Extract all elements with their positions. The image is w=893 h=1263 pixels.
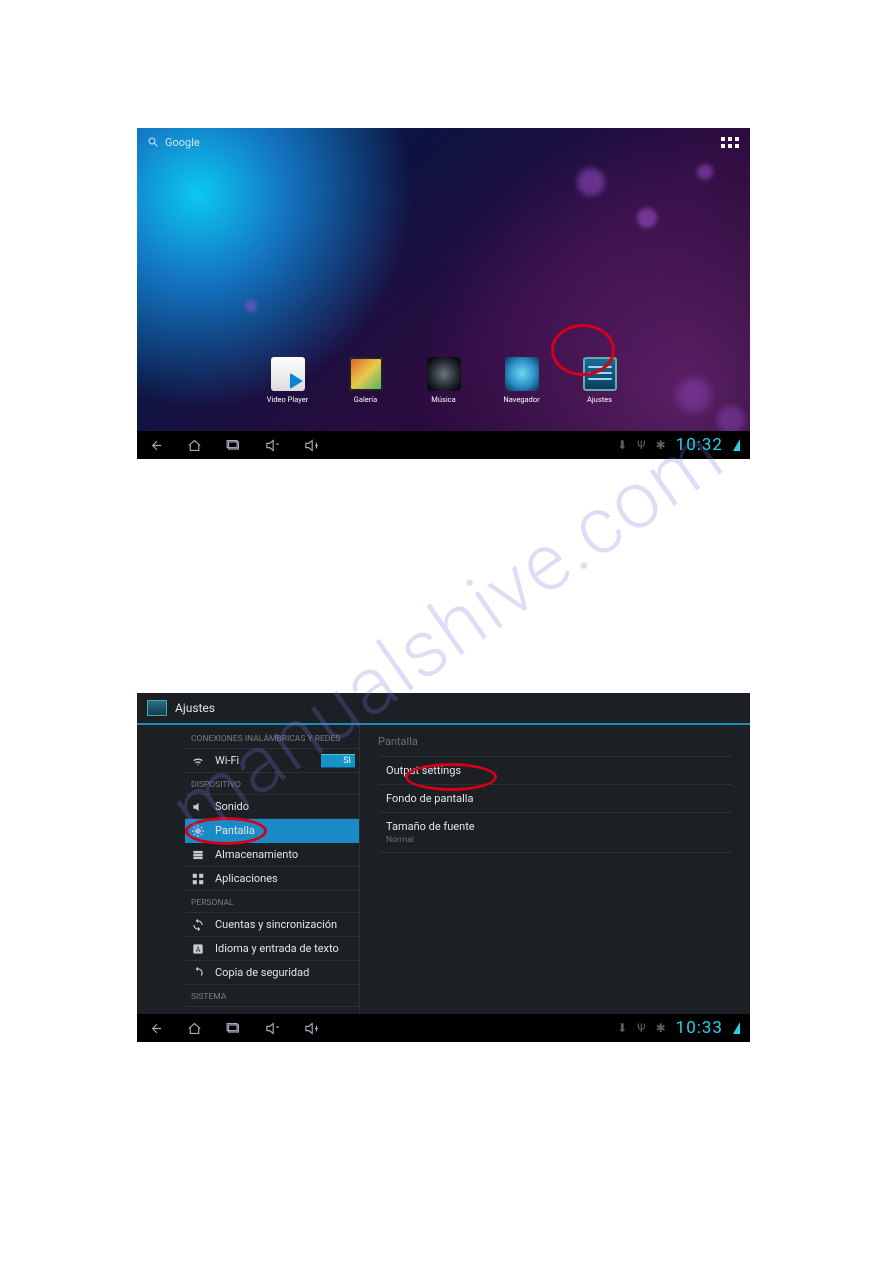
- category-personal: PERSONAL: [185, 891, 359, 913]
- sidebar-item-cuentas[interactable]: Cuentas y sincronización: [185, 913, 359, 937]
- wifi-icon: [191, 754, 205, 768]
- vol-up-icon[interactable]: [303, 1020, 320, 1037]
- google-search[interactable]: Google: [147, 136, 200, 149]
- sidebar-item-wifi[interactable]: Wi-Fi SI: [185, 749, 359, 773]
- signal-icon: [733, 439, 740, 451]
- browser-icon: [505, 357, 539, 391]
- debug-icon: ✱: [656, 438, 666, 452]
- app-video-player[interactable]: Video Player: [264, 357, 312, 404]
- wifi-toggle[interactable]: SI: [321, 754, 355, 768]
- app-label: Navegador: [498, 395, 546, 404]
- back-icon[interactable]: [147, 437, 164, 454]
- apps-icon: [191, 872, 205, 886]
- highlight-circle-pantalla: [185, 817, 267, 845]
- category-device: DISPOSITIVO: [185, 773, 359, 795]
- recent-icon[interactable]: [225, 437, 242, 454]
- row-sublabel: Normal: [386, 835, 724, 845]
- app-label: Video Player: [264, 395, 312, 404]
- recent-icon[interactable]: [225, 1020, 242, 1037]
- app-label: Ajustes: [576, 395, 624, 404]
- svg-text:A: A: [196, 945, 201, 953]
- sidebar-item-label: Copia de seguridad: [215, 966, 309, 979]
- clock-time: 10:32: [676, 435, 723, 455]
- sync-icon: [191, 918, 205, 932]
- usb-icon: Ψ: [637, 438, 645, 452]
- storage-icon: [191, 848, 205, 862]
- row-label: Fondo de pantalla: [386, 792, 473, 805]
- usb-icon: Ψ: [637, 1021, 645, 1035]
- bokeh-dot: [717, 406, 745, 434]
- app-musica[interactable]: Música: [420, 357, 468, 404]
- home-top-bar: Google: [137, 128, 750, 156]
- language-icon: A: [191, 942, 205, 956]
- home-icon[interactable]: [186, 437, 203, 454]
- sidebar-item-fecha[interactable]: Fecha y hora: [185, 1007, 359, 1014]
- sidebar-item-aplicaciones[interactable]: Aplicaciones: [185, 867, 359, 891]
- sidebar-item-label: Idioma y entrada de texto: [215, 942, 339, 955]
- music-icon: [427, 357, 461, 391]
- app-galeria[interactable]: Galería: [342, 357, 390, 404]
- video-player-icon: [271, 357, 305, 391]
- settings-header-icon: [147, 700, 167, 716]
- home-icon[interactable]: [186, 1020, 203, 1037]
- download-icon: ⬇: [617, 438, 627, 452]
- settings-header: Ajustes: [137, 693, 750, 725]
- category-system: SISTEMA: [185, 985, 359, 1007]
- app-navegador[interactable]: Navegador: [498, 357, 546, 404]
- screenshot-home: Google Video Player Galería Música Naveg…: [137, 128, 750, 459]
- row-label: Tamaño de fuente: [386, 820, 724, 833]
- main-title: Pantalla: [378, 727, 732, 757]
- row-tamano-fuente[interactable]: Tamaño de fuente Normal: [378, 813, 732, 853]
- sidebar-item-sonido[interactable]: Sonido: [185, 795, 359, 819]
- nav-bar-settings: ⬇ Ψ ✱ 10:33: [137, 1014, 750, 1042]
- highlight-circle-output: [405, 763, 497, 791]
- debug-icon: ✱: [656, 1021, 666, 1035]
- home-dock: Video Player Galería Música Navegador Aj…: [137, 357, 750, 404]
- sound-icon: [191, 800, 205, 814]
- download-icon: ⬇: [617, 1021, 627, 1035]
- vol-down-icon[interactable]: [264, 437, 281, 454]
- sidebar-item-almacenamiento[interactable]: Almacenamiento: [185, 843, 359, 867]
- settings-sidebar: CONEXIONES INALÁMBRICAS Y REDES Wi-Fi SI…: [137, 727, 359, 1014]
- bokeh-dot: [577, 168, 605, 196]
- bokeh-dot: [697, 164, 713, 180]
- vol-up-icon[interactable]: [303, 437, 320, 454]
- sidebar-item-label: Sonido: [215, 800, 249, 813]
- backup-icon: [191, 966, 205, 980]
- back-icon[interactable]: [147, 1020, 164, 1037]
- sidebar-item-idioma[interactable]: A Idioma y entrada de texto: [185, 937, 359, 961]
- settings-title: Ajustes: [175, 701, 215, 715]
- sidebar-item-label: Almacenamiento: [215, 848, 298, 861]
- signal-icon: [733, 1022, 740, 1034]
- settings-window: Ajustes CONEXIONES INALÁMBRICAS Y REDES …: [137, 693, 750, 1042]
- vol-down-icon[interactable]: [264, 1020, 281, 1037]
- sidebar-item-label: Aplicaciones: [215, 872, 278, 885]
- bokeh-dot: [245, 300, 257, 312]
- sidebar-item-label: Cuentas y sincronización: [215, 918, 337, 931]
- wallpaper: [137, 128, 750, 459]
- category-connections: CONEXIONES INALÁMBRICAS Y REDES: [185, 727, 359, 749]
- highlight-circle-ajustes: [551, 324, 615, 376]
- search-label: Google: [165, 136, 200, 149]
- all-apps-button[interactable]: [720, 132, 740, 152]
- gallery-icon: [349, 357, 383, 391]
- sidebar-item-label: Wi-Fi: [215, 754, 239, 767]
- sidebar-item-copia[interactable]: Copia de seguridad: [185, 961, 359, 985]
- screenshot-settings: Ajustes CONEXIONES INALÁMBRICAS Y REDES …: [137, 693, 750, 1042]
- nav-bar: ⬇ Ψ ✱ 10:32: [137, 431, 750, 459]
- app-label: Música: [420, 395, 468, 404]
- clock-time: 10:33: [676, 1018, 723, 1038]
- app-label: Galería: [342, 395, 390, 404]
- bokeh-dot: [637, 208, 657, 228]
- search-icon: [147, 136, 159, 148]
